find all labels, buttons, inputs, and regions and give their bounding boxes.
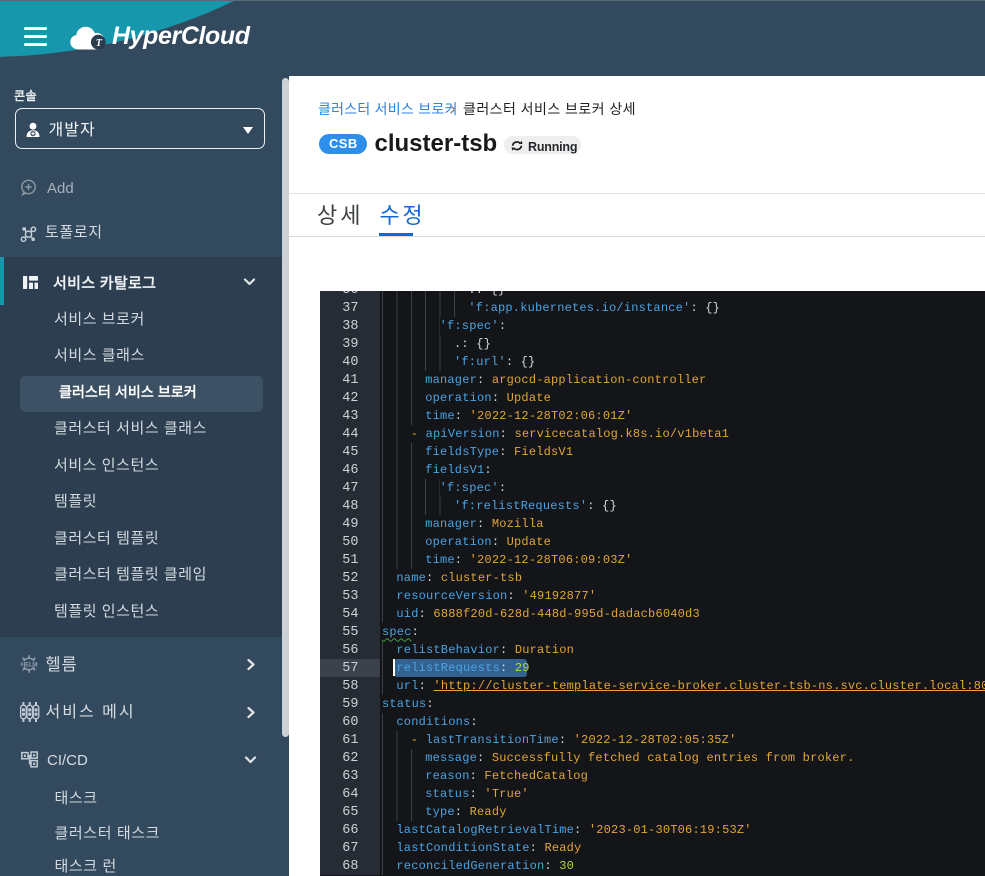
svg-text:T: T [96, 38, 103, 49]
svg-text:HELM: HELM [21, 661, 37, 668]
